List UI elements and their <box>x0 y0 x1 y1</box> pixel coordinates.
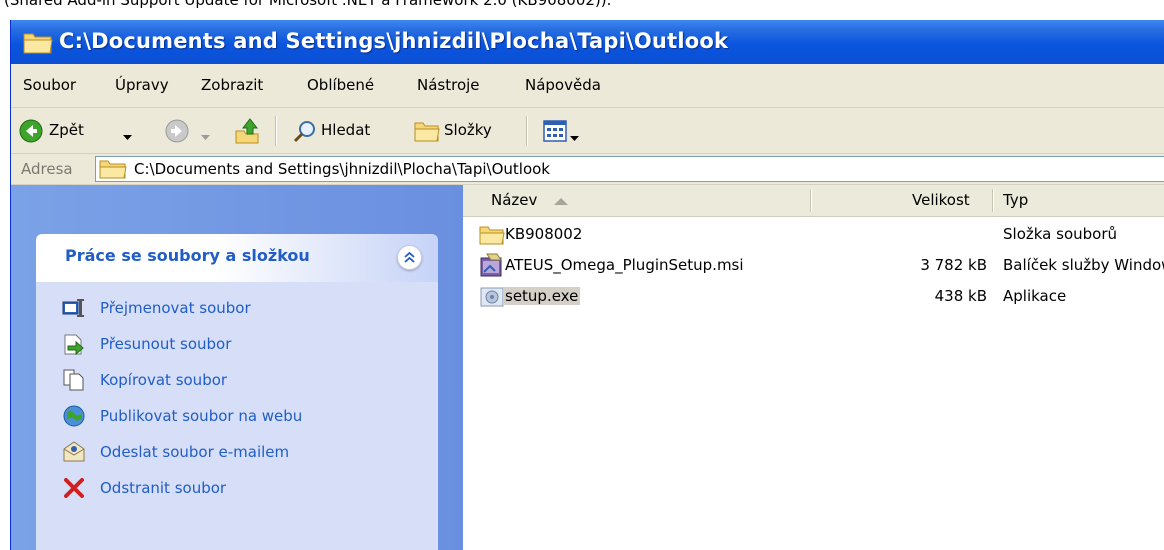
delete-icon <box>62 476 86 504</box>
forward-dropdown-icon[interactable] <box>201 127 210 145</box>
address-bar: Adresa C:\Documents and Settings\jhnizdi… <box>11 154 1164 185</box>
column-size-label: Velikost <box>912 191 970 209</box>
msi-icon <box>479 252 505 284</box>
column-separator[interactable] <box>992 189 994 212</box>
file-row[interactable]: setup.exe 438 kB Aplikace <box>463 282 1164 313</box>
task-email[interactable]: Odeslat soubor e-mailem <box>62 438 432 468</box>
file-size: 3 782 kB <box>920 256 987 274</box>
search-label: Hledat <box>321 121 371 139</box>
menu-soubor[interactable]: Soubor <box>23 76 76 94</box>
forward-button[interactable] <box>165 108 225 153</box>
column-name-label: Název <box>491 191 538 209</box>
back-button[interactable]: Zpět <box>19 108 132 153</box>
column-size[interactable]: Velikost <box>912 185 970 216</box>
back-arrow-icon <box>19 119 43 147</box>
window-title: C:\Documents and Settings\jhnizdil\Ploch… <box>59 29 729 53</box>
task-label: Kopírovat soubor <box>100 371 228 389</box>
toolbar-separator <box>526 116 528 146</box>
column-name[interactable]: Název <box>491 185 569 216</box>
move-icon <box>62 332 86 360</box>
task-rename[interactable]: Přejmenovat soubor <box>62 294 432 324</box>
copy-icon <box>62 368 86 396</box>
address-label: Adresa <box>21 160 73 178</box>
back-dropdown-icon[interactable] <box>123 127 132 145</box>
address-field[interactable]: C:\Documents and Settings\jhnizdil\Ploch… <box>95 156 1164 182</box>
column-header: Název Velikost Typ <box>463 185 1164 217</box>
folder-icon <box>99 158 127 184</box>
file-tasks-header[interactable]: Práce se soubory a složkou <box>36 234 438 282</box>
toolbar-separator <box>275 116 277 146</box>
task-delete[interactable]: Odstranit soubor <box>62 474 432 504</box>
menu-oblibene[interactable]: Oblíbené <box>307 76 374 94</box>
views-icon <box>543 120 567 146</box>
sort-ascending-icon <box>554 197 569 205</box>
file-row[interactable]: KB908002 Složka souborů <box>463 220 1164 251</box>
file-size: 438 kB <box>934 287 987 305</box>
file-type: Aplikace <box>1003 287 1067 305</box>
views-dropdown-icon[interactable] <box>570 128 579 146</box>
task-pane: Práce se soubory a složkou Přejmenovat s… <box>11 185 463 550</box>
exe-icon <box>479 285 505 313</box>
toolbar: Zpět Hledat Složky <box>11 108 1164 154</box>
column-type[interactable]: Typ <box>1003 185 1028 216</box>
task-publish-web[interactable]: Publikovat soubor na webu <box>62 402 432 432</box>
folders-label: Složky <box>444 121 492 139</box>
task-label: Publikovat soubor na webu <box>100 407 303 425</box>
column-type-label: Typ <box>1003 191 1029 209</box>
views-button[interactable] <box>543 108 591 153</box>
task-label: Odstranit soubor <box>100 479 227 497</box>
address-value: C:\Documents and Settings\jhnizdil\Ploch… <box>134 160 550 178</box>
file-type: Složka souborů <box>1003 225 1117 243</box>
page-caption: (Shared Add-in Support Update for Micros… <box>4 0 612 9</box>
task-label: Přesunout soubor <box>100 335 232 353</box>
file-name: setup.exe <box>503 287 581 305</box>
folder-icon <box>23 29 53 60</box>
folder-icon <box>479 224 505 250</box>
file-tasks-body: Přejmenovat soubor Přesunout soubor Kopí… <box>36 282 438 550</box>
folders-icon <box>414 119 440 147</box>
search-button[interactable]: Hledat <box>293 108 409 153</box>
file-tasks-box: Práce se soubory a složkou Přejmenovat s… <box>36 234 438 550</box>
chevron-up-icon <box>404 251 415 263</box>
back-label: Zpět <box>49 121 84 139</box>
forward-arrow-icon <box>165 119 189 147</box>
folders-button[interactable]: Složky <box>414 108 518 153</box>
column-separator[interactable] <box>810 189 812 212</box>
task-label: Odeslat soubor e-mailem <box>100 443 290 461</box>
collapse-button[interactable] <box>397 245 422 270</box>
menu-nastroje[interactable]: Nástroje <box>417 76 480 94</box>
rename-icon <box>62 296 86 324</box>
task-copy[interactable]: Kopírovat soubor <box>62 366 432 396</box>
file-name: KB908002 <box>505 225 583 243</box>
email-icon <box>62 440 86 468</box>
task-move[interactable]: Přesunout soubor <box>62 330 432 360</box>
menu-napoveda[interactable]: Nápověda <box>525 76 601 94</box>
task-label: Přejmenovat soubor <box>100 299 251 317</box>
search-icon <box>293 119 317 147</box>
explorer-window: C:\Documents and Settings\jhnizdil\Ploch… <box>10 20 1164 550</box>
title-bar[interactable]: C:\Documents and Settings\jhnizdil\Ploch… <box>11 20 1164 64</box>
up-folder-icon <box>233 117 261 149</box>
file-row[interactable]: ATEUS_Omega_PluginSetup.msi 3 782 kB Bal… <box>463 251 1164 282</box>
file-tasks-title: Práce se soubory a složkou <box>65 246 310 265</box>
publish-web-icon <box>62 404 86 432</box>
file-list: Název Velikost Typ KB908002 Složka soubo… <box>463 185 1164 550</box>
menu-upravy[interactable]: Úpravy <box>115 76 169 94</box>
up-folder-button[interactable] <box>233 108 267 153</box>
file-name: ATEUS_Omega_PluginSetup.msi <box>505 256 744 274</box>
menu-bar: Soubor Úpravy Zobrazit Oblíbené Nástroje… <box>11 64 1164 108</box>
menu-zobrazit[interactable]: Zobrazit <box>201 76 263 94</box>
file-type: Balíček služby Windows Installer <box>1003 256 1164 274</box>
